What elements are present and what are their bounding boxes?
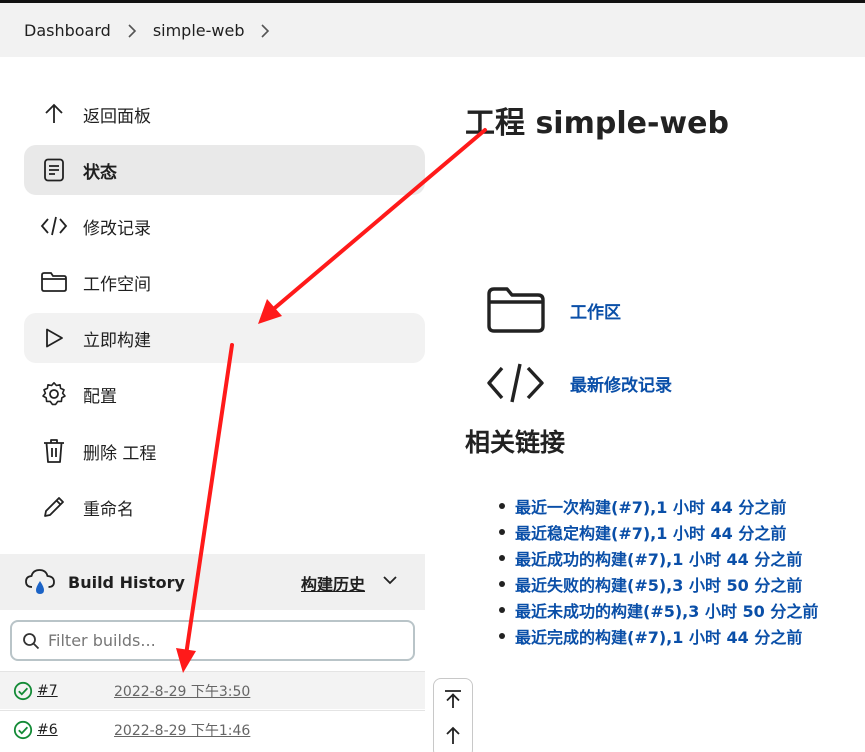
build-number-link[interactable]: #6 <box>37 722 58 738</box>
scroll-to-top-button[interactable] <box>434 681 472 717</box>
related-links-list: 最近一次构建(#7),1 小时 44 分之前 最近稳定构建(#7),1 小时 4… <box>498 494 818 650</box>
folder-icon <box>39 267 69 297</box>
list-item: 最近未成功的构建(#5),3 小时 50 分之前 <box>498 598 818 624</box>
workspace-link[interactable]: 工作区 <box>570 298 621 323</box>
sidebar-item-rename[interactable]: 重命名 <box>24 482 425 532</box>
list-item: 最近失败的构建(#5),3 小时 50 分之前 <box>498 572 818 598</box>
sidebar-item-delete-project[interactable]: 删除 工程 <box>24 426 425 476</box>
chevron-down-icon[interactable] <box>382 572 398 592</box>
sidebar-item-configure[interactable]: 配置 <box>24 369 425 419</box>
folder-icon <box>486 286 546 334</box>
related-link[interactable]: 最近稳定构建(#7),1 小时 44 分之前 <box>515 524 786 543</box>
list-item: 最近完成的构建(#7),1 小时 44 分之前 <box>498 624 818 650</box>
breadcrumb-simple-web[interactable]: simple-web <box>153 21 245 40</box>
sidebar-item-label: 立即构建 <box>83 330 151 351</box>
workspace-link-row[interactable]: 工作区 <box>486 286 621 334</box>
success-check-icon <box>13 681 33 700</box>
related-link[interactable]: 最近成功的构建(#7),1 小时 44 分之前 <box>515 550 802 569</box>
chevron-right-icon[interactable] <box>252 21 278 40</box>
build-date-link[interactable]: 2022-8-29 下午1:46 <box>114 720 250 740</box>
sidebar-item-label: 状态 <box>83 162 117 183</box>
sidebar-item-label: 返回面板 <box>83 106 151 127</box>
breadcrumb: Dashboard simple-web <box>0 3 865 57</box>
filter-builds-input[interactable] <box>48 631 388 650</box>
build-number-link[interactable]: #7 <box>37 683 58 699</box>
code-icon <box>486 362 546 404</box>
related-link[interactable]: 最近一次构建(#7),1 小时 44 分之前 <box>515 498 786 517</box>
related-link[interactable]: 最近未成功的构建(#5),3 小时 50 分之前 <box>515 602 818 621</box>
arrow-up-icon <box>39 99 69 129</box>
build-row[interactable]: #6 2022-8-29 下午1:46 <box>0 710 425 748</box>
code-icon <box>39 211 69 241</box>
arrow-up-icon <box>446 726 460 744</box>
sidebar-item-label: 配置 <box>83 386 117 407</box>
build-history-title: Build History <box>68 572 185 592</box>
build-history-header: Build History 构建历史 <box>0 554 425 610</box>
sidebar-item-build-now[interactable]: 立即构建 <box>24 313 425 363</box>
cloud-rain-icon <box>24 567 56 597</box>
chevron-right-icon[interactable] <box>119 21 145 40</box>
scroll-up-button[interactable] <box>434 717 472 752</box>
scroll-controls <box>433 678 473 752</box>
related-link[interactable]: 最近失败的构建(#5),3 小时 50 分之前 <box>515 576 802 595</box>
list-item: 最近一次构建(#7),1 小时 44 分之前 <box>498 494 818 520</box>
sidebar-item-label: 删除 工程 <box>83 443 157 464</box>
recent-changes-link[interactable]: 最新修改记录 <box>570 371 672 396</box>
arrow-to-top-icon <box>445 690 461 708</box>
list-item: 最近稳定构建(#7),1 小时 44 分之前 <box>498 520 818 546</box>
build-row[interactable]: #7 2022-8-29 下午3:50 <box>0 671 425 709</box>
search-icon <box>22 632 40 650</box>
filter-builds-field[interactable] <box>10 620 415 661</box>
related-link[interactable]: 最近完成的构建(#7),1 小时 44 分之前 <box>515 628 802 647</box>
related-links-heading: 相关链接 <box>465 428 566 457</box>
sidebar-item-status[interactable]: 状态 <box>24 145 425 195</box>
sidebar-item-label: 工作空间 <box>83 274 151 295</box>
sidebar-item-changes[interactable]: 修改记录 <box>24 201 425 251</box>
breadcrumb-dashboard[interactable]: Dashboard <box>24 21 111 40</box>
sidebar-item-label: 重命名 <box>83 499 134 520</box>
build-date-link[interactable]: 2022-8-29 下午3:50 <box>114 681 250 701</box>
sidebar-item-workspace[interactable]: 工作空间 <box>24 257 425 307</box>
sidebar-item-back-to-dashboard[interactable]: 返回面板 <box>24 89 425 139</box>
trash-icon <box>39 436 69 466</box>
changes-link-row[interactable]: 最新修改记录 <box>486 362 672 404</box>
document-icon <box>39 155 69 185</box>
play-icon <box>39 323 69 353</box>
gear-icon <box>39 379 69 409</box>
success-check-icon <box>13 720 33 739</box>
list-item: 最近成功的构建(#7),1 小时 44 分之前 <box>498 546 818 572</box>
page-title: 工程 simple-web <box>465 106 729 141</box>
build-trend-link[interactable]: 构建历史 <box>301 571 365 595</box>
pencil-icon <box>39 492 69 522</box>
sidebar-item-label: 修改记录 <box>83 218 151 239</box>
